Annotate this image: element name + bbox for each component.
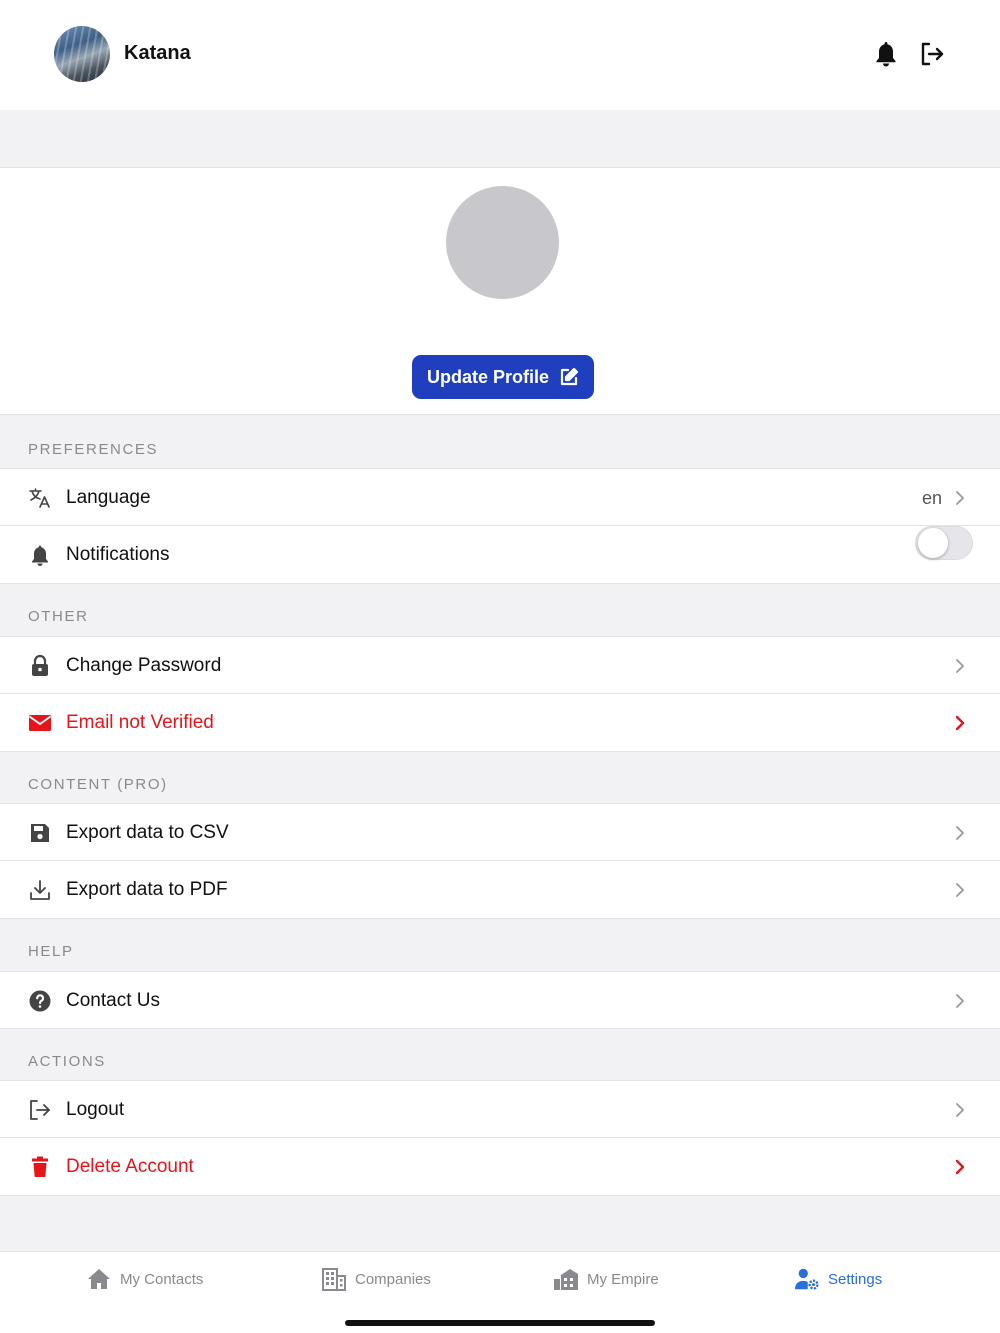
section-title-preferences: PREFERENCES [28, 441, 159, 458]
tab-settings[interactable]: Settings [794, 1266, 882, 1292]
section-title-actions: ACTIONS [28, 1053, 106, 1070]
chevron-right-icon [956, 994, 964, 1008]
section-title-content: CONTENT (PRO) [28, 776, 168, 793]
tab-settings-label: Settings [828, 1270, 883, 1288]
notifications-row: Notifications [0, 526, 1000, 584]
contact-us-label: Contact Us [66, 990, 160, 1011]
update-profile-button[interactable]: Update Profile [412, 355, 594, 399]
section-title-help: HELP [28, 943, 74, 960]
tab-companies-label: Companies [355, 1270, 431, 1288]
export-csv-row[interactable]: Export data to CSV [0, 803, 1000, 861]
chevron-right-icon [955, 1159, 965, 1175]
bell-icon[interactable] [874, 40, 898, 68]
contact-us-row[interactable]: Contact Us [0, 971, 1000, 1029]
home-icon [88, 1269, 110, 1289]
logout-row[interactable]: Logout [0, 1080, 1000, 1138]
tab-my-contacts-label: My Contacts [120, 1270, 204, 1288]
export-csv-label: Export data to CSV [66, 822, 229, 843]
section-title-other: OTHER [28, 608, 89, 625]
envelope-icon [28, 715, 52, 731]
download-icon [30, 880, 50, 900]
tab-my-empire-label: My Empire [587, 1270, 659, 1288]
update-profile-label: Update Profile [426, 366, 550, 387]
bell-icon [32, 545, 48, 566]
save-icon [31, 824, 49, 842]
profile-avatar-placeholder[interactable] [446, 186, 559, 299]
empire-icon [554, 1269, 578, 1290]
chevron-right-icon [956, 883, 964, 897]
logout-label: Logout [66, 1099, 125, 1120]
tab-my-empire[interactable]: My Empire [553, 1266, 659, 1292]
logout-icon[interactable] [918, 40, 946, 68]
tab-companies[interactable]: Companies [321, 1266, 431, 1292]
chevron-right-icon [956, 826, 964, 840]
delete-account-label: Delete Account [66, 1156, 194, 1177]
lock-icon [32, 654, 48, 676]
change-password-label: Change Password [66, 655, 222, 676]
bottom-tab-bar: My Contacts Companies My Empire Settings [0, 1251, 1000, 1333]
email-not-verified-row[interactable]: Email not Verified [0, 694, 1000, 752]
delete-account-row[interactable]: Delete Account [0, 1138, 1000, 1196]
toggle-knob [918, 528, 948, 558]
chevron-right-icon [956, 1103, 964, 1117]
change-password-row[interactable]: Change Password [0, 636, 1000, 694]
avatar[interactable] [54, 26, 110, 82]
chevron-right-icon [956, 659, 964, 673]
chevron-right-icon [956, 491, 964, 505]
chevron-right-icon [955, 715, 965, 731]
profile-card: Update Profile [0, 167, 1000, 415]
notifications-toggle[interactable] [915, 526, 973, 560]
notifications-label: Notifications [66, 544, 170, 565]
language-label: Language [66, 487, 151, 508]
edit-icon [560, 367, 579, 386]
language-row[interactable]: Language en [0, 468, 1000, 526]
email-not-verified-label: Email not Verified [66, 712, 214, 733]
app-header: Katana [0, 0, 1000, 110]
export-pdf-label: Export data to PDF [66, 879, 228, 900]
question-circle-icon [29, 990, 51, 1012]
trash-icon [32, 1156, 48, 1177]
logout-icon [30, 1100, 50, 1120]
username: Katana [124, 42, 191, 64]
user-settings-icon [794, 1268, 819, 1290]
translate-icon [29, 488, 50, 508]
home-indicator[interactable] [345, 1320, 655, 1326]
language-value: en [922, 488, 943, 508]
building-icon [322, 1268, 346, 1291]
tab-my-contacts[interactable]: My Contacts [86, 1266, 203, 1292]
export-pdf-row[interactable]: Export data to PDF [0, 861, 1000, 919]
